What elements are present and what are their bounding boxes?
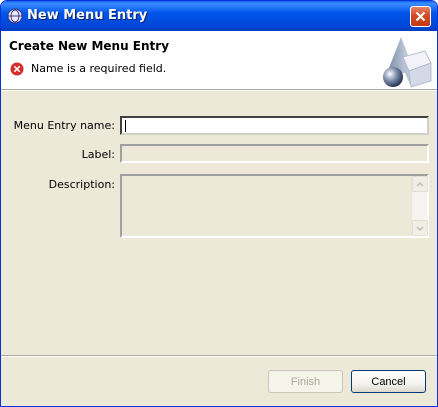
dialog-window: New Menu Entry Create New Menu Entry Nam… [0, 0, 438, 407]
window-title: New Menu Entry [27, 8, 148, 23]
scroll-up-button[interactable] [412, 176, 428, 192]
scroll-down-button[interactable] [412, 220, 428, 236]
wizard-banner-icon [383, 37, 432, 88]
error-message: Name is a required field. [31, 62, 167, 75]
cancel-button[interactable]: Cancel [351, 370, 426, 393]
text-cursor [125, 120, 126, 132]
description-textarea[interactable] [120, 174, 429, 238]
chevron-down-icon [416, 225, 424, 231]
app-icon [7, 8, 23, 24]
close-button[interactable] [410, 6, 431, 27]
wizard-header: Create New Menu Entry Name is a required… [1, 31, 437, 89]
menu-entry-name-input[interactable] [120, 116, 429, 135]
header-separator [1, 89, 437, 91]
close-icon [415, 11, 426, 22]
page-title: Create New Menu Entry [9, 39, 170, 53]
description-label: Description: [48, 178, 115, 191]
footer-separator [1, 355, 437, 357]
menu-entry-name-label: Menu Entry name: [13, 119, 115, 132]
finish-button[interactable]: Finish [268, 370, 343, 393]
label-label: Label: [81, 148, 115, 161]
label-input[interactable] [120, 144, 429, 163]
description-scrollbar[interactable] [411, 176, 428, 236]
title-bar[interactable]: New Menu Entry [1, 1, 437, 31]
error-icon [10, 62, 24, 76]
chevron-up-icon [416, 181, 424, 187]
